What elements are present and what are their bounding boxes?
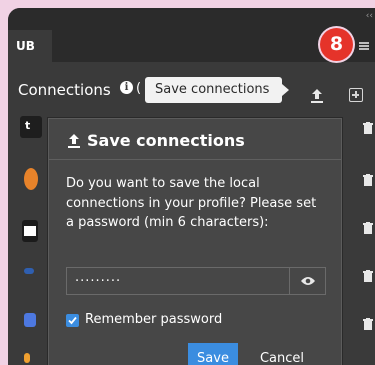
connections-panel: ‹‹ UB Connections i ( t Save connections xyxy=(8,8,375,365)
trash-icon[interactable] xyxy=(363,318,373,330)
divider xyxy=(49,159,341,160)
tab-ub[interactable]: UB xyxy=(8,30,52,62)
dialog-title: Save connections xyxy=(87,131,245,150)
show-password-button[interactable] xyxy=(289,268,325,294)
trash-icon[interactable] xyxy=(363,270,373,282)
menu-icon[interactable] xyxy=(359,42,369,50)
page-title: Connections xyxy=(18,81,111,99)
save-connections-dialog: Save connections Do you want to save the… xyxy=(48,118,342,365)
step-badge: 8 xyxy=(320,28,353,61)
remember-password-label[interactable]: Remember password xyxy=(85,312,222,327)
upload-icon xyxy=(68,134,80,148)
header-paren: ( xyxy=(136,81,142,96)
dialog-message: Do you want to save the local connection… xyxy=(66,176,317,230)
eye-icon xyxy=(301,277,315,285)
connection-logo xyxy=(24,268,34,274)
connection-logo xyxy=(22,220,38,242)
collapse-icon[interactable]: ‹‹ xyxy=(366,11,373,21)
add-connection-icon[interactable] xyxy=(349,88,363,102)
password-input[interactable] xyxy=(67,268,289,294)
trash-icon[interactable] xyxy=(363,222,373,234)
connection-logo xyxy=(24,353,30,363)
connection-logo xyxy=(24,168,38,190)
upload-icon[interactable] xyxy=(310,88,324,104)
remember-password-checkbox[interactable] xyxy=(66,314,79,327)
save-connections-tooltip: Save connections xyxy=(145,77,289,103)
trash-icon[interactable] xyxy=(363,122,373,134)
save-button[interactable]: Save xyxy=(188,343,238,365)
info-icon[interactable]: i xyxy=(120,81,133,94)
panel-top-strip: ‹‹ xyxy=(8,8,375,30)
trash-icon[interactable] xyxy=(363,174,373,186)
password-field-group xyxy=(66,267,326,295)
connection-logo xyxy=(24,313,36,327)
cancel-button[interactable]: Cancel xyxy=(247,343,317,365)
checkmark-icon xyxy=(68,316,77,325)
connection-logo: t xyxy=(20,116,42,138)
